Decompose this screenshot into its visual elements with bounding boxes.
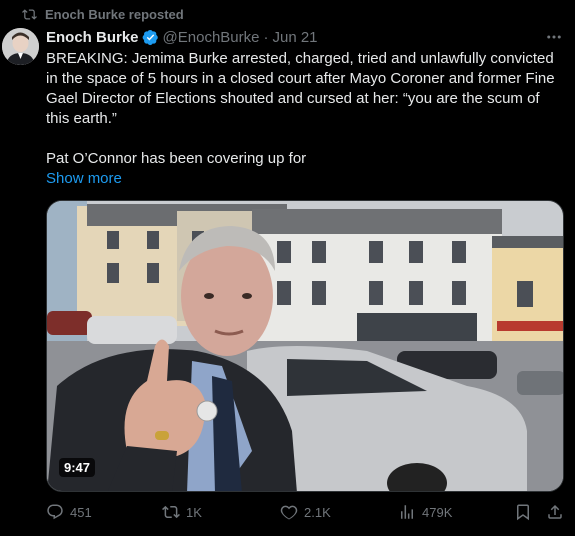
author-name[interactable]: Enoch Burke	[46, 29, 139, 46]
bookmark-icon	[517, 504, 529, 521]
reply-button[interactable]: 451	[46, 503, 92, 521]
action-bar: 451 1K 2.1K 479K	[46, 503, 564, 525]
repost-icon	[162, 505, 180, 519]
avatar-image	[2, 28, 39, 65]
repost-label: Enoch Burke reposted	[45, 6, 184, 22]
reply-icon	[47, 504, 63, 520]
analytics-icon	[401, 505, 413, 519]
author-handle[interactable]: @EnochBurke	[163, 29, 260, 46]
verified-badge-icon[interactable]	[142, 29, 159, 46]
video-player[interactable]: 9:47	[46, 200, 564, 492]
tweet-paragraph: Pat O’Connor has been covering up for	[46, 150, 307, 167]
heart-icon	[280, 505, 298, 520]
show-more-link[interactable]: Show more	[46, 169, 566, 189]
repost-icon	[22, 8, 37, 20]
share-button[interactable]	[546, 503, 564, 521]
more-options-icon[interactable]	[545, 28, 563, 46]
repost-button[interactable]: 1K	[162, 503, 202, 521]
video-thumbnail	[47, 201, 563, 491]
avatar[interactable]	[2, 28, 39, 65]
bookmark-button[interactable]	[514, 503, 532, 521]
views-button[interactable]: 479K	[398, 503, 452, 521]
like-button[interactable]: 2.1K	[280, 503, 331, 521]
repost-count: 1K	[186, 504, 202, 520]
video-duration: 9:47	[59, 458, 96, 477]
header-separator: ·	[263, 28, 269, 46]
tweet-paragraph: BREAKING: Jemima Burke arrested, charged…	[46, 50, 555, 127]
tweet-header: Enoch Burke @EnochBurke · Jun 21	[46, 27, 563, 47]
tweet-text: BREAKING: Jemima Burke arrested, charged…	[46, 49, 566, 189]
like-count: 2.1K	[304, 504, 331, 520]
view-count: 479K	[422, 504, 453, 520]
tweet-date[interactable]: Jun 21	[272, 29, 317, 46]
reply-count: 451	[70, 504, 92, 520]
repost-indicator[interactable]: Enoch Burke reposted	[22, 5, 184, 23]
share-icon	[548, 504, 562, 519]
